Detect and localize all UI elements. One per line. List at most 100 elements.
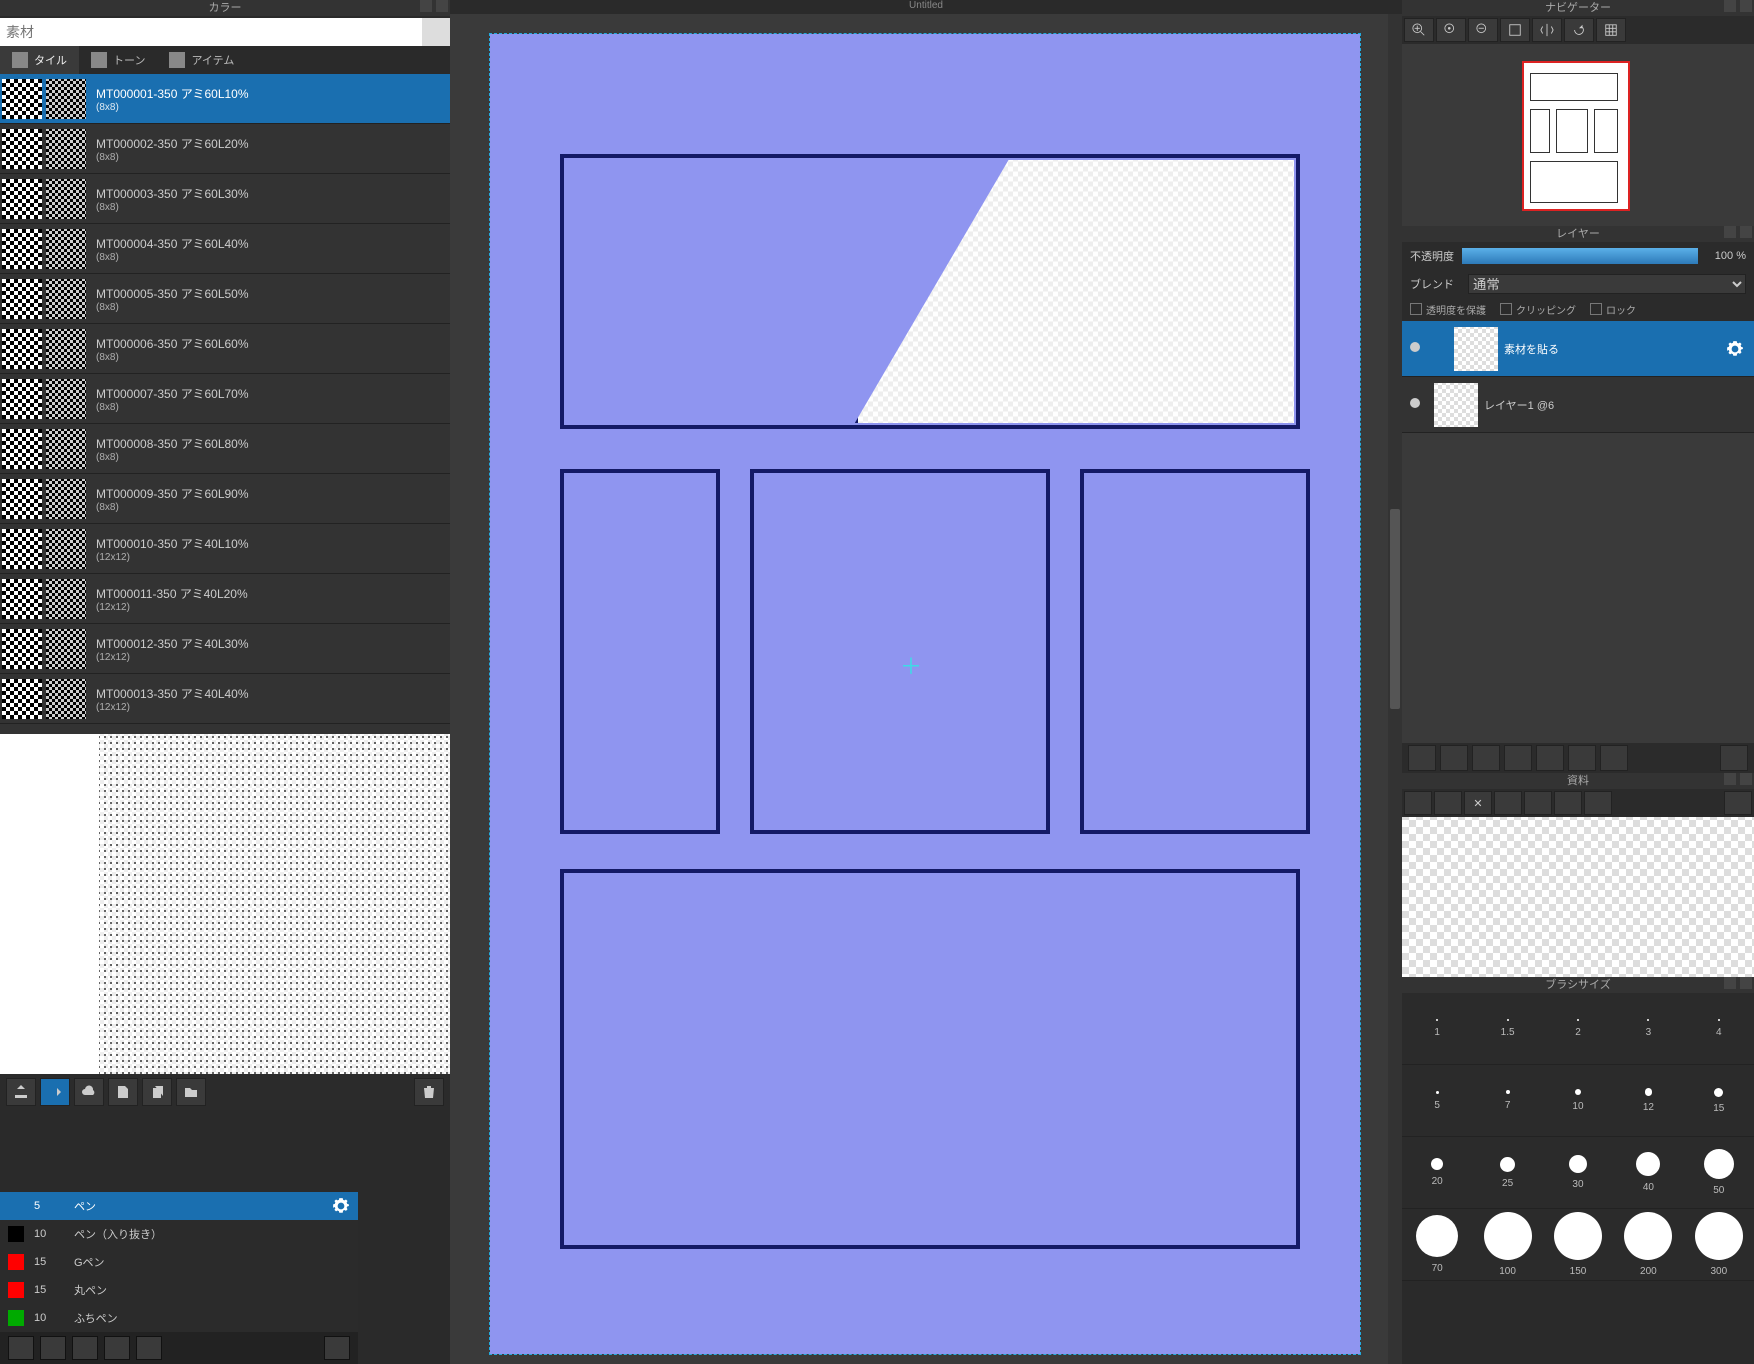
mat-dup-button[interactable] [142,1078,172,1106]
mat-import-button[interactable] [6,1078,36,1106]
ref-zoom-out-button[interactable] [1554,791,1582,815]
flag-protect[interactable]: 透明度を保護 [1410,302,1486,317]
brush-size-cell[interactable]: 1 [1402,993,1472,1065]
pen-item[interactable]: 10 ペン（入り抜き） [0,1220,358,1248]
layer-trash-button[interactable] [1720,745,1748,771]
canvas-vscrollbar[interactable] [1388,14,1402,1364]
gear-icon[interactable] [332,1197,350,1215]
material-item[interactable]: MT000001-350 アミ60L10% (8x8) [0,74,450,124]
brush-size-cell[interactable]: 15 [1684,1065,1754,1137]
brush-size-cell[interactable]: 100 [1472,1209,1542,1281]
reference-view[interactable] [1402,817,1754,977]
pen-folder-button[interactable] [40,1336,66,1360]
canvas-viewport[interactable]: ＋ [450,14,1402,1364]
brush-size-cell[interactable]: 1.5 [1472,993,1542,1065]
ref-close-button[interactable]: ✕ [1464,791,1492,815]
mat-cloud-button[interactable] [74,1078,104,1106]
selection-region[interactable] [855,160,1294,423]
panel-close-icon[interactable] [1740,0,1752,12]
mat-trash-button[interactable] [414,1078,444,1106]
material-search-clear[interactable] [422,18,450,46]
grid-button[interactable] [1596,18,1626,42]
panel-detach-icon[interactable] [1724,773,1736,785]
ref-zoom-in-button[interactable] [1494,791,1522,815]
mat-new-button[interactable] [108,1078,138,1106]
layer-item[interactable]: レイヤー1 @6 [1402,377,1754,433]
brush-size-cell[interactable]: 2 [1543,993,1613,1065]
ref-rotate-button[interactable] [1724,791,1752,815]
pen-item[interactable]: 15 Gペン [0,1248,358,1276]
brush-size-cell[interactable]: 5 [1402,1065,1472,1137]
layer-item[interactable]: 素材を貼る [1402,321,1754,377]
layer-new8-button[interactable] [1440,745,1468,771]
panel-close-icon[interactable] [1740,226,1752,238]
flip-h-button[interactable] [1532,18,1562,42]
pen-item[interactable]: 15 丸ペン [0,1276,358,1304]
tab-item[interactable]: アイテム [157,46,246,74]
panel-close-icon[interactable] [1740,773,1752,785]
pen-new-button[interactable] [72,1336,98,1360]
pen-item[interactable]: 5 ペン [0,1192,358,1220]
material-item[interactable]: MT000013-350 アミ40L40% (12x12) [0,674,450,724]
layer-merge-button[interactable] [1600,745,1628,771]
panel-detach-icon[interactable] [1724,226,1736,238]
panel-detach-icon[interactable] [1724,977,1736,989]
brush-size-cell[interactable]: 3 [1613,993,1683,1065]
brush-size-cell[interactable]: 7 [1472,1065,1542,1137]
navigator-thumbnail[interactable] [1522,61,1630,211]
pen-item[interactable]: 10 ふちペン [0,1304,358,1332]
material-item[interactable]: MT000005-350 アミ60L50% (8x8) [0,274,450,324]
layer-handle[interactable] [1428,321,1448,376]
panel-close-icon[interactable] [436,0,448,12]
brush-size-cell[interactable]: 4 [1684,993,1754,1065]
brush-size-cell[interactable]: 25 [1472,1137,1542,1209]
tab-tone[interactable]: トーン [79,46,157,74]
material-item[interactable]: MT000012-350 アミ40L30% (12x12) [0,624,450,674]
gear-icon[interactable] [1726,340,1754,358]
panel-detach-icon[interactable] [1724,0,1736,12]
brush-size-cell[interactable]: 30 [1543,1137,1613,1209]
comic-panel-4[interactable] [1080,469,1310,834]
material-item[interactable]: MT000008-350 アミ60L80% (8x8) [0,424,450,474]
ref-picker-button[interactable] [1584,791,1612,815]
pen-group-button[interactable] [136,1336,162,1360]
layer-new-button[interactable] [1408,745,1436,771]
material-item[interactable]: MT000002-350 アミ60L20% (8x8) [0,124,450,174]
rotate-button[interactable] [1564,18,1594,42]
material-item[interactable]: MT000007-350 アミ60L70% (8x8) [0,374,450,424]
pen-trash-button[interactable] [324,1336,350,1360]
material-item[interactable]: MT000004-350 アミ60L40% (8x8) [0,224,450,274]
canvas[interactable]: ＋ [490,34,1360,1354]
brush-size-cell[interactable]: 12 [1613,1065,1683,1137]
ref-cloud-button[interactable] [1404,791,1432,815]
zoom-reset-button[interactable] [1436,18,1466,42]
material-item[interactable]: MT000010-350 アミ40L10% (12x12) [0,524,450,574]
comic-panel-5[interactable] [560,869,1300,1249]
comic-panel-2[interactable] [560,469,720,834]
layer-new1-button[interactable] [1472,745,1500,771]
pen-dup-button[interactable] [104,1336,130,1360]
brush-size-cell[interactable]: 10 [1543,1065,1613,1137]
brush-size-cell[interactable]: 40 [1613,1137,1683,1209]
ref-zoom-reset-button[interactable] [1524,791,1552,815]
layer-folder-button[interactable] [1536,745,1564,771]
material-item[interactable]: MT000006-350 アミ60L60% (8x8) [0,324,450,374]
blend-select[interactable]: 通常 [1468,274,1746,294]
comic-panel-1[interactable] [560,154,1300,429]
material-item[interactable]: MT000011-350 アミ40L20% (12x12) [0,574,450,624]
panel-detach-icon[interactable] [420,0,432,12]
brush-size-cell[interactable]: 150 [1543,1209,1613,1281]
tab-tile[interactable]: タイル [0,46,79,74]
mat-send-button[interactable] [40,1078,70,1106]
brush-size-cell[interactable]: 50 [1684,1137,1754,1209]
brush-size-cell[interactable]: 200 [1613,1209,1683,1281]
layer-visibility[interactable] [1402,398,1428,411]
layer-mask-button[interactable] [1504,745,1532,771]
flag-lock[interactable]: ロック [1590,302,1636,317]
zoom-out-button[interactable] [1468,18,1498,42]
material-search-input[interactable] [0,18,422,46]
zoom-in-button[interactable] [1404,18,1434,42]
material-item[interactable]: MT000003-350 アミ60L30% (8x8) [0,174,450,224]
material-item[interactable]: MT000009-350 アミ60L90% (8x8) [0,474,450,524]
flag-clipping[interactable]: クリッピング [1500,302,1576,317]
